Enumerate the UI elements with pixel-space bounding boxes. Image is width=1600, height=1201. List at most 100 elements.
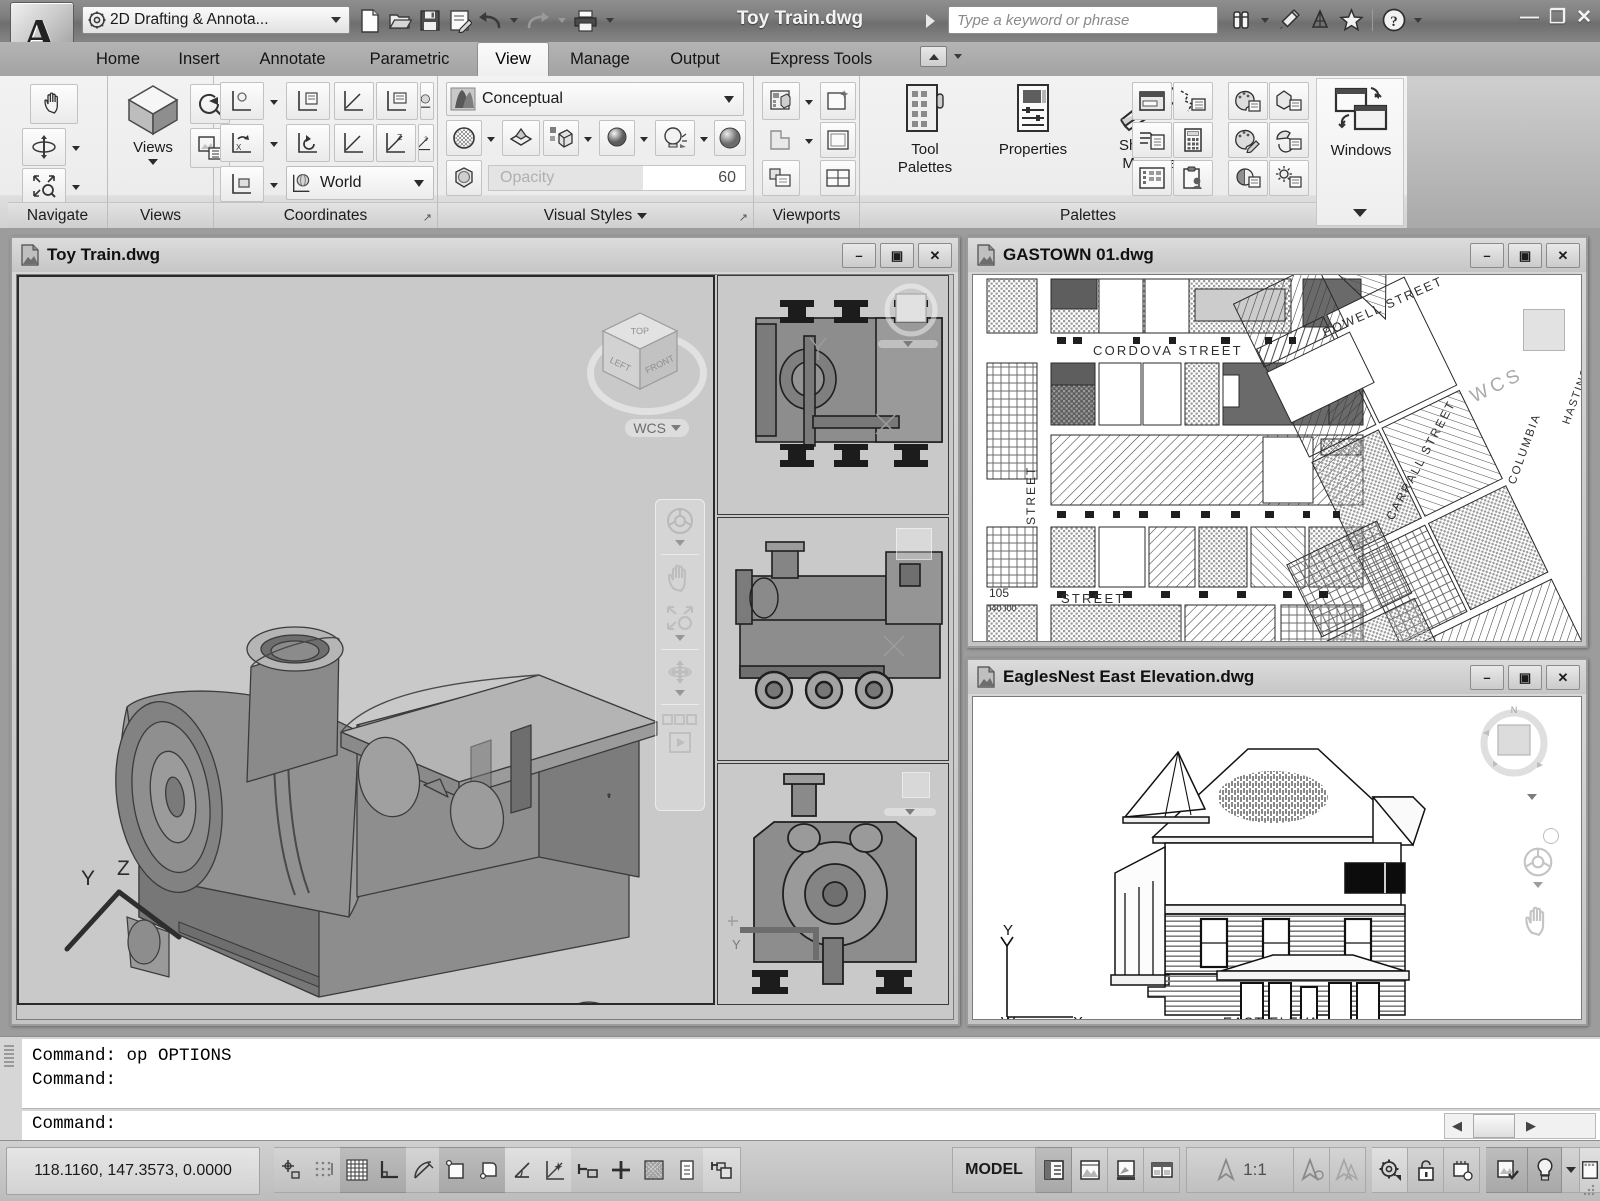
document-minimize-button[interactable]: – [1470, 243, 1504, 268]
3d-object-snap-icon[interactable] [472, 1147, 506, 1193]
view-cube[interactable]: N [1471, 703, 1557, 789]
chevron-down-icon[interactable] [637, 213, 647, 219]
lineweight-icon[interactable] [604, 1147, 638, 1193]
print-icon[interactable] [572, 7, 600, 34]
new-icon[interactable] [356, 7, 384, 34]
undo-dropdown-icon[interactable] [510, 18, 518, 23]
views-button[interactable]: Views [116, 82, 190, 165]
chevron-down-icon[interactable] [724, 96, 734, 103]
redo-icon[interactable] [524, 7, 552, 34]
tab-express-tools[interactable]: Express Tools [742, 42, 900, 76]
steering-wheel-icon[interactable] [1514, 840, 1562, 894]
material-editor-button[interactable] [1228, 122, 1268, 158]
tab-manage[interactable]: Manage [552, 42, 648, 76]
document-window-toy-train[interactable]: Toy Train.dwg – ▣ ✕ [10, 236, 960, 1026]
ribbon-minimize-icon[interactable] [920, 46, 947, 67]
scroll-left-icon[interactable]: ◀ [1445, 1114, 1469, 1138]
object-snap-icon[interactable] [439, 1147, 473, 1193]
viewport-layout-button[interactable] [820, 160, 856, 196]
markup-set-manager-button[interactable] [1132, 122, 1172, 158]
opacity-slider[interactable]: Opacity 60 [488, 160, 746, 196]
windows-panel-expand[interactable] [1317, 209, 1403, 217]
chevron-down-icon[interactable] [905, 809, 915, 815]
document-title-bar[interactable]: Toy Train.dwg – ▣ ✕ [12, 238, 958, 272]
windows-button[interactable]: Windows [1319, 85, 1403, 159]
view-cube[interactable] [896, 528, 932, 560]
zoom-extents-icon[interactable] [656, 599, 704, 647]
showmotion-icon[interactable] [656, 707, 704, 760]
dynamic-ucs-icon[interactable] [538, 1147, 572, 1193]
visual-style-combo[interactable]: Conceptual [446, 82, 744, 116]
ucs-world-button[interactable] [334, 82, 374, 120]
transparency-icon[interactable] [637, 1147, 671, 1193]
ucs-origin-button[interactable] [334, 124, 374, 162]
sun-properties-button[interactable] [1269, 160, 1309, 196]
wcs-dropdown[interactable] [878, 340, 938, 348]
quickcalc-button[interactable] [1173, 122, 1213, 158]
viewport-configuration-button[interactable] [762, 160, 800, 196]
pan-icon[interactable] [656, 557, 704, 599]
help-icon[interactable]: ? [1379, 6, 1409, 34]
polar-tracking-icon[interactable] [406, 1147, 440, 1193]
save-icon[interactable] [416, 7, 444, 34]
external-references-button[interactable] [1132, 82, 1172, 120]
annotation-scale-button[interactable]: 1:1 [1186, 1147, 1294, 1193]
document-restore-button[interactable]: ▣ [1508, 243, 1542, 268]
help-dropdown-icon[interactable] [1414, 18, 1422, 23]
properties-button[interactable]: Properties [978, 82, 1088, 158]
xray-effect-button[interactable] [446, 120, 482, 156]
command-line-grip[interactable] [4, 1043, 18, 1069]
scroll-right-icon[interactable]: ▶ [1519, 1114, 1543, 1138]
sheet-set-palette-button[interactable] [1173, 160, 1213, 196]
ucs-rotate-button[interactable] [286, 124, 330, 162]
subscription-center-icon[interactable] [1305, 6, 1335, 34]
model-layout-icon[interactable] [1036, 1147, 1072, 1193]
transparency-toggle-button[interactable] [446, 160, 482, 196]
steering-wheel-icon[interactable] [656, 500, 704, 552]
saveas-icon[interactable] [446, 7, 474, 34]
tab-output[interactable]: Output [650, 42, 740, 76]
pan-button[interactable] [30, 84, 78, 124]
wcs-dropdown[interactable]: WCS [625, 419, 689, 437]
redo-dropdown-icon[interactable] [558, 18, 566, 23]
dialog-launcher-icon[interactable]: ↗ [739, 211, 748, 224]
document-restore-button[interactable]: ▣ [880, 243, 914, 268]
ucs-z-axis-button[interactable]: Z [376, 124, 416, 162]
xref-manager-button[interactable] [1173, 82, 1213, 120]
object-snap-tracking-icon[interactable] [505, 1147, 539, 1193]
orbit-dropdown-button[interactable] [66, 128, 84, 166]
autoscale-icon[interactable] [1330, 1147, 1366, 1193]
navigation-bar[interactable] [655, 499, 705, 811]
document-close-button[interactable]: ✕ [1546, 665, 1580, 690]
chevron-down-icon[interactable] [675, 540, 685, 546]
chevron-down-icon[interactable] [414, 180, 424, 187]
ucs-x-button[interactable]: X [220, 124, 264, 162]
command-input[interactable]: Command: [22, 1111, 1600, 1141]
document-canvas-gastown[interactable]: CORDOVA STREET STREET STREET CARRALL STR… [972, 274, 1582, 642]
ortho-mode-icon[interactable] [373, 1147, 407, 1193]
named-viewports-button[interactable] [762, 82, 800, 120]
command-line-scrollbar[interactable]: ◀ ▶ [1444, 1113, 1596, 1139]
quick-view-drawings-icon[interactable] [1108, 1147, 1144, 1193]
ribbon-minimize-control[interactable] [920, 46, 966, 67]
new-viewport-button[interactable] [820, 82, 856, 120]
silhouette-dropdown-button[interactable] [579, 120, 596, 156]
tab-insert[interactable]: Insert [160, 42, 238, 76]
chevron-down-icon[interactable] [903, 341, 913, 347]
visual-styles-manager-button[interactable] [1269, 82, 1309, 120]
render-presets-button[interactable] [1269, 122, 1309, 158]
named-viewports-dropdown-button[interactable] [800, 82, 817, 120]
favorites-star-icon[interactable] [1336, 6, 1366, 34]
view-cube[interactable] [882, 282, 940, 338]
isolate-objects-icon[interactable] [1486, 1147, 1528, 1193]
navigation-bar[interactable] [1513, 825, 1563, 1005]
model-space-button[interactable]: MODEL [952, 1147, 1036, 1193]
restore-viewports-button[interactable] [820, 122, 856, 158]
zoom-dropdown-button[interactable] [66, 168, 84, 204]
xray-dropdown-button[interactable] [482, 120, 499, 156]
document-close-button[interactable]: ✕ [918, 243, 952, 268]
quick-properties-icon[interactable] [670, 1147, 704, 1193]
dialog-launcher-icon[interactable]: ↗ [423, 211, 432, 224]
document-window-gastown[interactable]: GASTOWN 01.dwg – ▣ ✕ [966, 236, 1588, 648]
search-dropdown-icon[interactable] [1261, 18, 1269, 23]
